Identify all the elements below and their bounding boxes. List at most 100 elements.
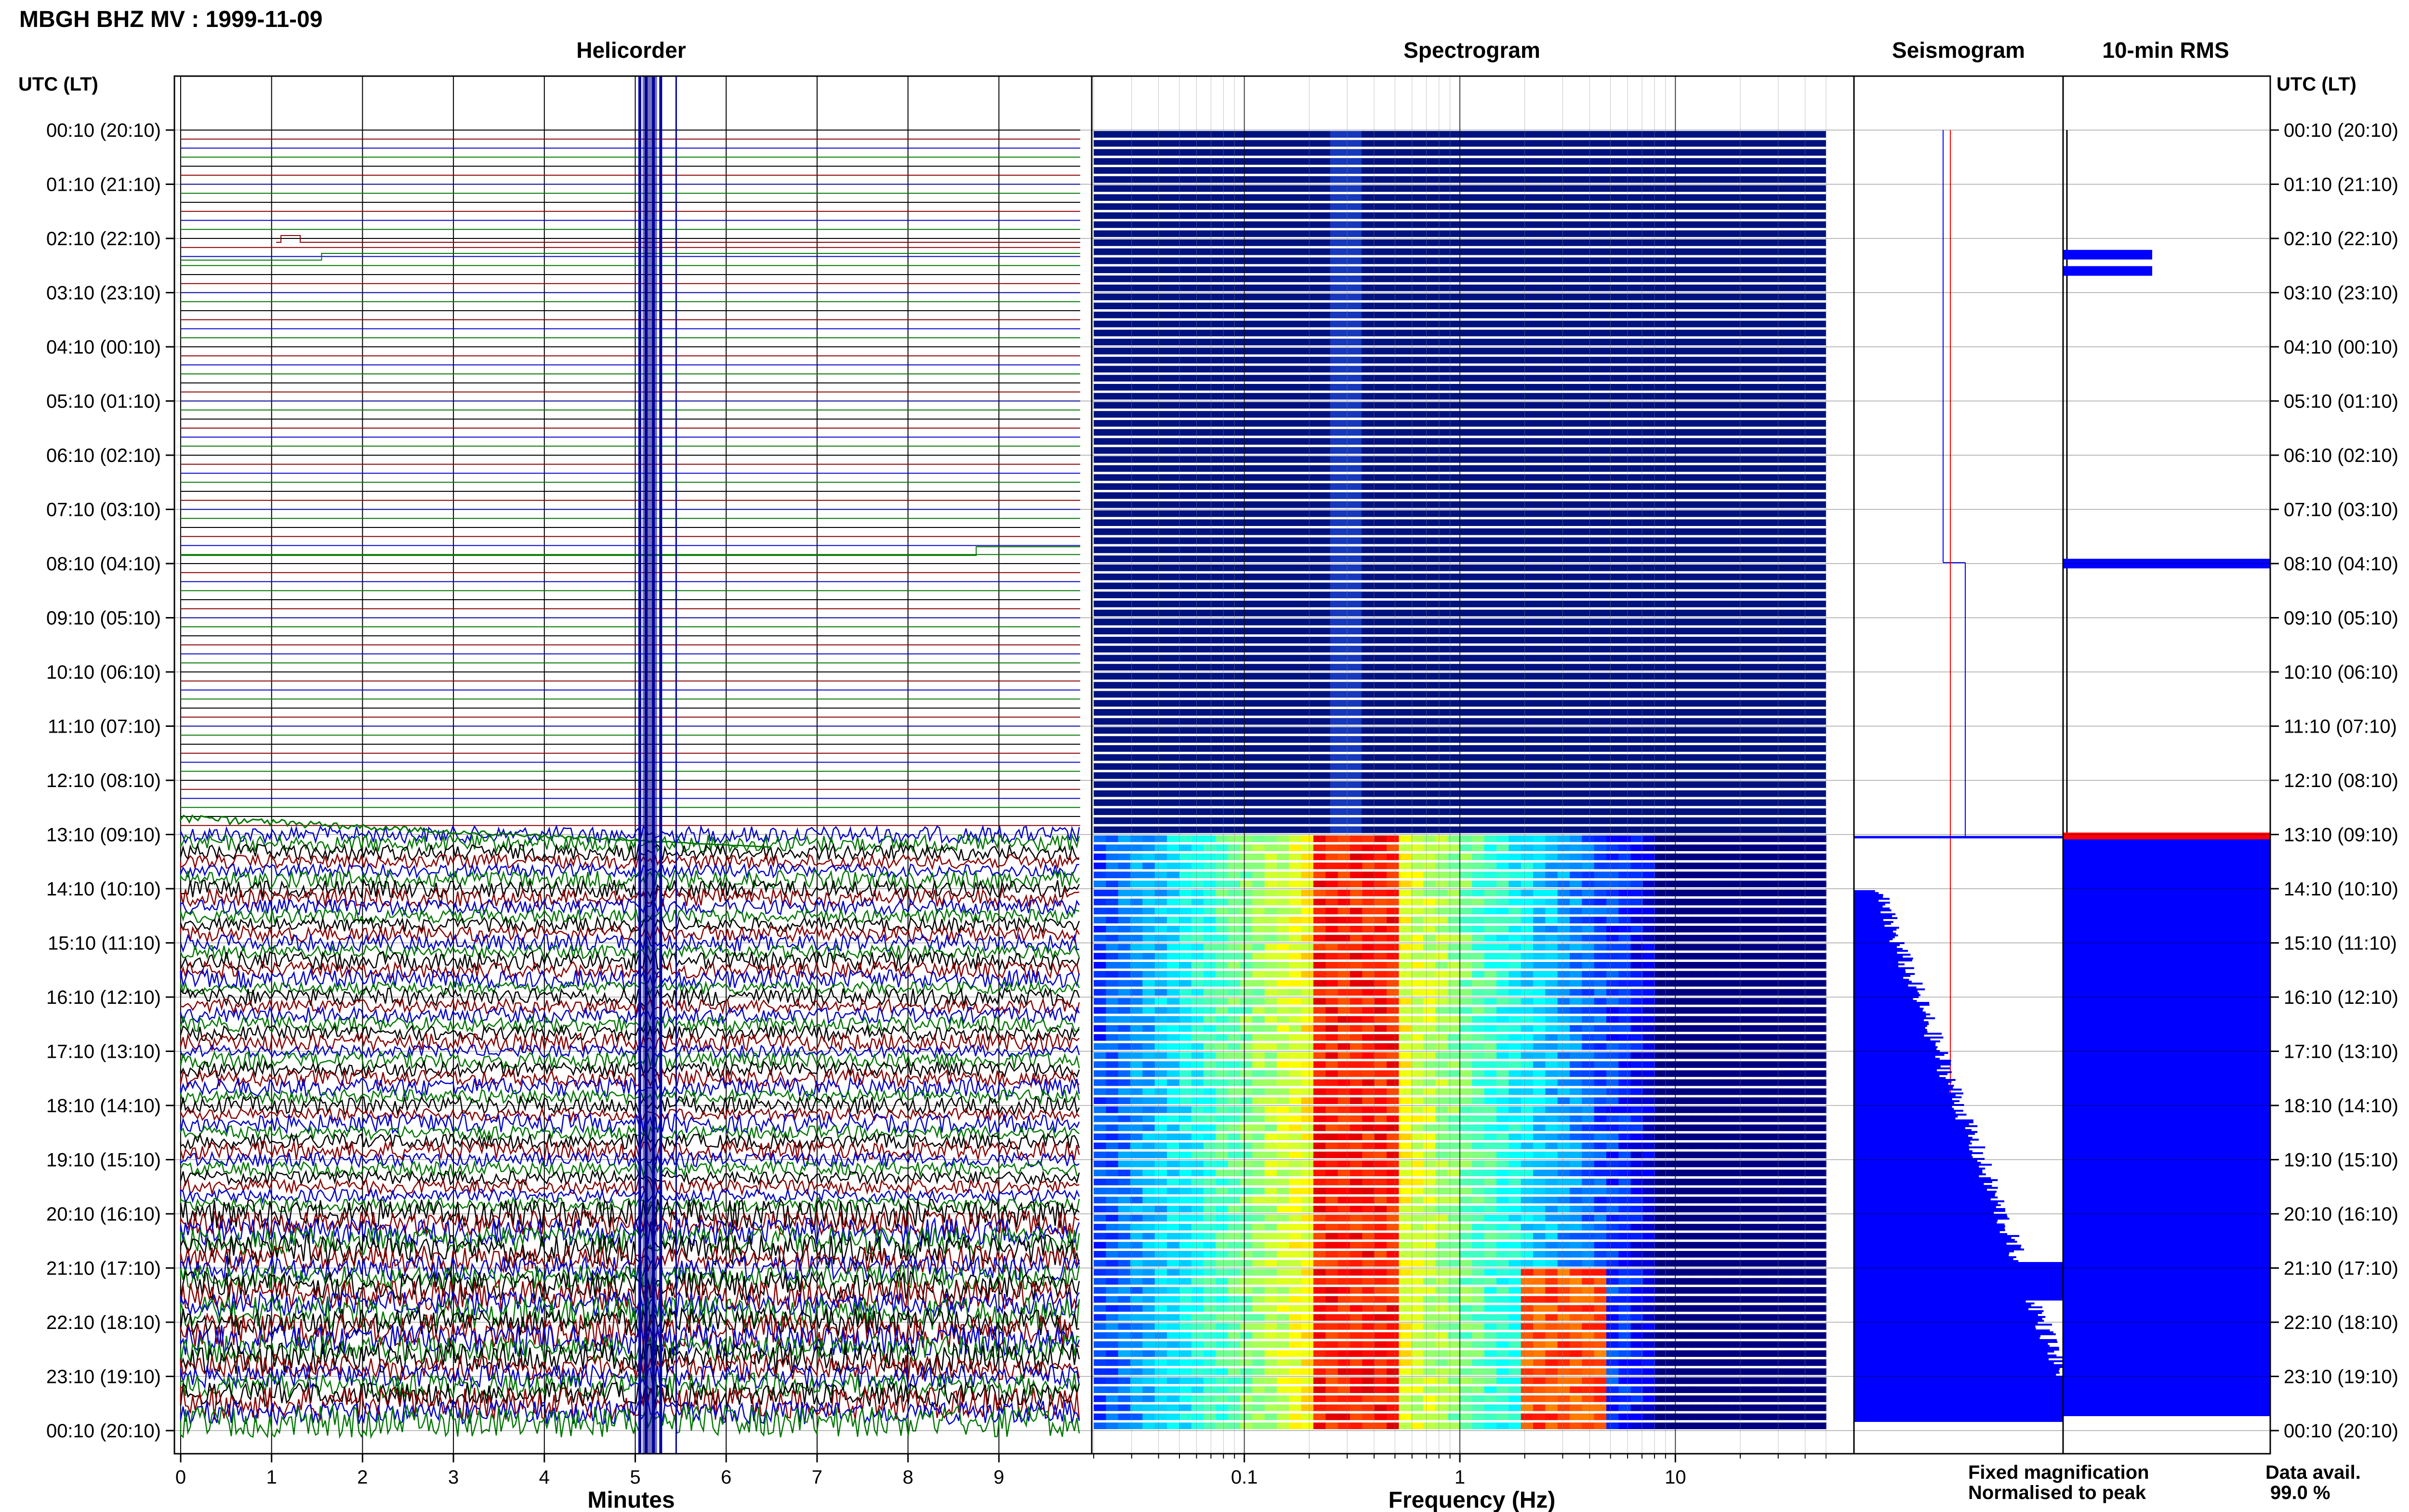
spectrogram-cell [1545,1287,1558,1294]
spectrogram-cell [1277,1025,1290,1032]
spectrogram-cell [1362,1088,1375,1095]
spectrogram-cell [1545,1179,1558,1185]
spectrogram-cell [1191,1278,1204,1285]
spectrogram-cell [1680,926,1693,933]
spectrogram-cell [1337,1034,1350,1041]
spectrogram-cell [1557,835,1570,842]
spectrogram-cell [1154,1160,1167,1168]
spectrogram-cell [1618,1160,1631,1168]
spectrogram-cell [1204,1323,1217,1330]
spectrogram-cell [1606,835,1619,842]
spectrogram-cell [1472,1143,1485,1149]
spectrogram-cell [1337,898,1350,906]
spectrogram-cell [1130,1151,1143,1158]
spectrogram-cell [1167,1404,1180,1411]
spectrogram-cell [1570,871,1583,879]
spectrogram-cell [1630,1160,1643,1168]
spectrogram-cell [1680,890,1693,896]
spectrogram-cell [1557,1341,1570,1348]
spectrogram-cell [1374,1278,1387,1285]
spectrogram-cell [1362,1133,1375,1140]
spectrogram-cell [1643,1395,1656,1402]
spectrogram-cell [1813,1323,1827,1330]
spectrogram-cell [1289,944,1302,951]
spectrogram-cell [1411,1278,1424,1285]
spectrogram-cell [1777,1206,1790,1212]
spectrogram-cell [1387,871,1400,879]
spectrogram-cell [1753,1314,1766,1321]
spectrogram-cell [1362,1034,1375,1041]
spectrogram-cell [1399,1332,1412,1339]
spectrogram-cell [1106,1215,1119,1222]
spectrogram-cell [1362,1251,1375,1258]
spectrogram-cell [1350,1143,1363,1149]
spectrogram-cell [1594,854,1607,860]
spectrogram-cell [1240,1070,1253,1077]
spectrogram-cell [1594,1079,1607,1086]
spectrogram-cell [1630,962,1643,969]
spectrogram-cell [1191,1115,1204,1122]
spectrogram-cell [1362,1233,1375,1240]
spectrogram-cell [1106,1404,1119,1411]
spectrogram-cell [1216,1097,1229,1104]
spectrogram-cell [1496,1016,1509,1023]
spectrogram-cell [1167,1359,1180,1366]
spectrogram-cell [1118,980,1131,987]
spectrogram-cell [1557,844,1570,851]
spectrogram-cell [1753,1151,1766,1158]
spectrogram-cell [1740,1043,1753,1050]
spectrogram-cell [1594,1223,1607,1231]
spectrogram-cell [1130,1223,1143,1231]
spectrogram-cell [1728,1097,1741,1104]
spectrogram-cell [1777,1124,1790,1131]
spectrogram-cell [1557,1377,1570,1384]
spectrogram-cell [1313,1377,1326,1384]
spectrogram-cell [1570,1034,1583,1041]
spectrogram-cell [1618,890,1631,896]
spectrogram-cell [1447,1350,1460,1357]
spectrogram-cell [1277,1079,1290,1086]
spectrogram-cell [1753,1079,1766,1086]
spectrogram-cell [1362,1368,1375,1375]
spectrogram-cell [1313,1395,1326,1402]
spectrogram-cell [1167,1133,1180,1140]
spectrogram-cell [1496,1070,1509,1077]
spectrogram-cell [1484,962,1497,969]
spectrogram-cell [1789,1233,1802,1240]
spectrogram-cell [1301,980,1314,987]
spectrogram-cell [1362,1305,1375,1312]
spectrogram-cell [1655,1115,1668,1122]
spectrogram-cell [1399,1413,1412,1420]
spectrogram-cell [1325,1097,1338,1104]
spectrogram-cell [1692,980,1705,987]
spectrogram-cell [1801,1187,1814,1195]
spectrogram-cell [1447,1404,1460,1411]
spectrogram-cell [1204,1106,1217,1113]
spectrogram-cell [1545,1350,1558,1357]
spectrogram-cell [1667,1070,1680,1077]
spectrogram-cell [1216,1314,1229,1321]
spectrogram-cell [1264,1296,1277,1303]
spectrogram-cell [1765,1034,1778,1041]
spectrogram-cell [1191,917,1204,923]
spectrogram-cell [1533,862,1546,869]
spectrogram-cell [1362,989,1375,996]
spectrogram-cell [1325,854,1338,860]
spectrogram-cell [1423,1160,1436,1168]
spectrogram-cell [1484,1251,1497,1258]
spectrogram-cell [1252,1251,1265,1258]
spectrogram-cell [1191,1269,1204,1276]
spectrogram-cell [1521,890,1534,896]
spectrogram-cell [1337,1386,1350,1393]
spectrogram-cell [1277,1124,1290,1131]
spectrogram-cell [1301,1368,1314,1375]
spectrogram-cell [1594,1215,1607,1222]
spectrogram-cell [1545,1278,1558,1285]
spectrogram-cell [1374,1115,1387,1122]
spectrogram-cell [1545,1223,1558,1231]
spectrogram-cell [1667,917,1680,923]
spectrogram-cell [1777,980,1790,987]
spectrogram-cell [1533,844,1546,851]
spectrogram-cell [1618,962,1631,969]
spectrogram-cell [1740,1016,1753,1023]
